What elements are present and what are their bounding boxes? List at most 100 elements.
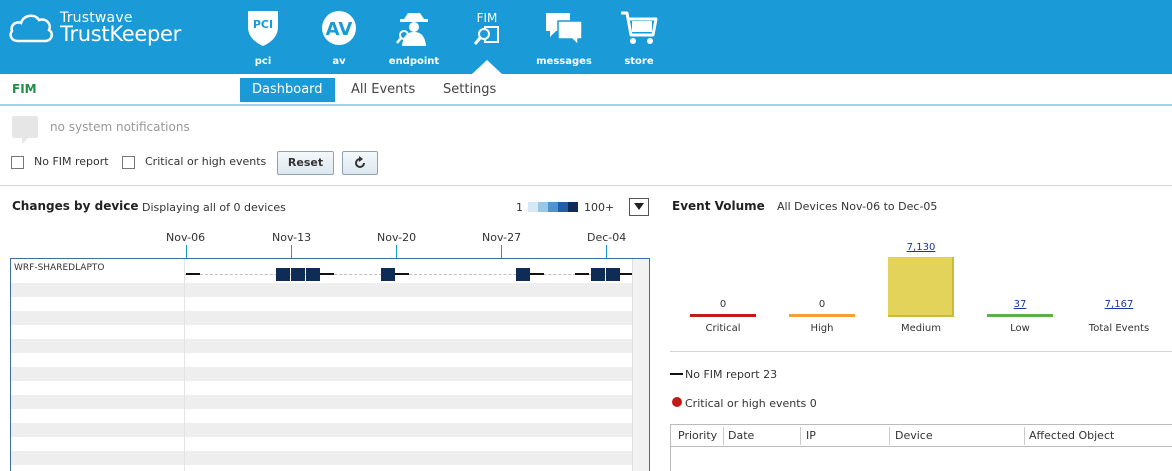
nav-label-store: store	[624, 56, 654, 67]
bar-low[interactable]	[987, 314, 1053, 317]
bar-value-label[interactable]: 7,130	[881, 242, 961, 253]
nav-label-messages: messages	[536, 56, 592, 67]
column-device[interactable]: Device	[895, 429, 933, 442]
timeline-change-box[interactable]	[606, 268, 620, 281]
nav-store[interactable]: store	[604, 8, 674, 70]
device-dropdown-button[interactable]	[629, 198, 649, 216]
event-volume-title: Event Volume	[672, 199, 765, 213]
heat-legend	[528, 202, 578, 212]
sub-navigation	[0, 74, 1172, 106]
nav-endpoint[interactable]: endpoint	[379, 8, 449, 70]
section-title: FIM	[12, 82, 37, 96]
timeline-change-box[interactable]	[381, 268, 395, 281]
bar-medium[interactable]	[888, 257, 954, 317]
trustwave-logo[interactable]: Trustwave TrustKeeper	[8, 8, 182, 50]
table-row	[11, 395, 633, 409]
timeline-no-report-segment	[620, 273, 632, 275]
no-fim-legend-text: No FIM report 23	[685, 368, 778, 381]
bar-value-label: 0	[719, 299, 727, 310]
nav-av[interactable]: AV av	[304, 8, 374, 70]
table-row	[11, 339, 633, 353]
bar-high[interactable]	[789, 314, 855, 317]
bar-value-label: 0	[818, 299, 826, 310]
table-row	[11, 311, 633, 325]
no-fim-legend-line	[670, 373, 683, 375]
bar-category-label: Total Events	[1088, 323, 1150, 334]
event-volume-subtitle: All Devices Nov-06 to Dec-05	[777, 200, 938, 213]
bar-value-label[interactable]: 7,167	[1079, 299, 1159, 310]
changes-subtitle: Displaying all of 0 devices	[142, 201, 286, 214]
critical-legend-text: Critical or high events 0	[685, 397, 817, 410]
column-date[interactable]: Date	[728, 429, 754, 442]
date-label-3: Nov-20	[377, 231, 417, 244]
table-row	[11, 283, 633, 297]
brand-line-2: TrustKeeper	[60, 22, 182, 46]
cloud-logo-icon	[9, 14, 54, 43]
refresh-button[interactable]	[342, 151, 378, 175]
bar-category-label: Critical	[705, 323, 741, 334]
reset-button[interactable]: Reset	[277, 151, 334, 175]
timeline-change-box[interactable]	[516, 268, 530, 281]
nav-label-endpoint: endpoint	[388, 56, 440, 67]
heat-swatch-2	[538, 202, 548, 212]
date-label-4: Nov-27	[482, 231, 522, 244]
refresh-icon	[355, 156, 365, 168]
timeline-no-report-segment	[530, 273, 544, 275]
heat-swatch-5	[568, 202, 578, 212]
tab-all-events[interactable]: All Events	[339, 78, 427, 102]
bar-category-label: Medium	[901, 323, 941, 334]
bar-category-label: High	[810, 323, 834, 334]
date-tick	[186, 245, 187, 258]
timeline-change-box[interactable]	[276, 268, 290, 281]
bar-category-label: Low	[1010, 323, 1030, 334]
triangle-down-icon	[634, 203, 644, 210]
heat-legend-max: 100+	[584, 201, 615, 214]
heat-swatch-3	[548, 202, 558, 212]
notification-text: no system notifications	[50, 120, 190, 134]
critical-high-checkbox[interactable]	[122, 156, 135, 169]
fim-icon: FIM	[473, 11, 499, 45]
tab-settings[interactable]: Settings	[431, 78, 508, 102]
timeline-change-box[interactable]	[591, 268, 605, 281]
top-navigation-bar: Trustwave TrustKeeper PCI pci AV av endp…	[0, 0, 1172, 74]
chart-divider	[670, 351, 1172, 352]
events-table-header: Priority Date IP Device Affected Object	[671, 425, 1172, 447]
column-separator	[723, 427, 724, 445]
date-tick	[606, 245, 607, 258]
table-row	[11, 451, 633, 465]
date-tick	[291, 245, 292, 258]
date-label-1: Nov-06	[166, 231, 206, 244]
timeline-change-box[interactable]	[291, 268, 305, 281]
changes-by-device-title: Changes by device	[12, 199, 139, 213]
no-fim-report-checkbox[interactable]	[11, 156, 24, 169]
chat-bubbles-icon	[546, 13, 583, 47]
grid-scrollbar[interactable]	[632, 259, 649, 471]
tab-dashboard[interactable]: Dashboard	[240, 78, 335, 102]
timeline-no-report-segment	[575, 273, 589, 275]
bar-critical[interactable]	[690, 314, 756, 317]
column-ip[interactable]: IP	[806, 429, 816, 442]
section-divider	[0, 185, 1172, 186]
heat-swatch-1	[528, 202, 538, 212]
bar-value-label[interactable]: 37	[980, 299, 1060, 310]
nav-pci[interactable]: PCI pci	[228, 8, 298, 70]
device-name[interactable]: WRF-SHAREDLAPTO	[14, 263, 104, 273]
fim-badge-text: FIM	[477, 11, 498, 25]
heat-swatch-4	[558, 202, 568, 212]
nav-label-av: av	[332, 56, 346, 67]
notification-bubble-icon	[12, 116, 38, 144]
column-affected-object[interactable]: Affected Object	[1029, 429, 1114, 442]
timeline-no-report-segment	[320, 273, 334, 275]
timeline-no-report-segment	[395, 273, 409, 275]
table-row	[11, 367, 633, 381]
heat-legend-min: 1	[516, 201, 523, 214]
grid-column-separator	[184, 259, 185, 471]
column-priority[interactable]: Priority	[678, 429, 717, 442]
timeline-change-box[interactable]	[306, 268, 320, 281]
nav-messages[interactable]: messages	[529, 8, 599, 70]
date-tick	[501, 245, 502, 258]
date-tick	[396, 245, 397, 258]
date-label-5: Dec-04	[587, 231, 627, 244]
column-separator	[800, 427, 801, 445]
active-nav-caret	[472, 60, 502, 74]
